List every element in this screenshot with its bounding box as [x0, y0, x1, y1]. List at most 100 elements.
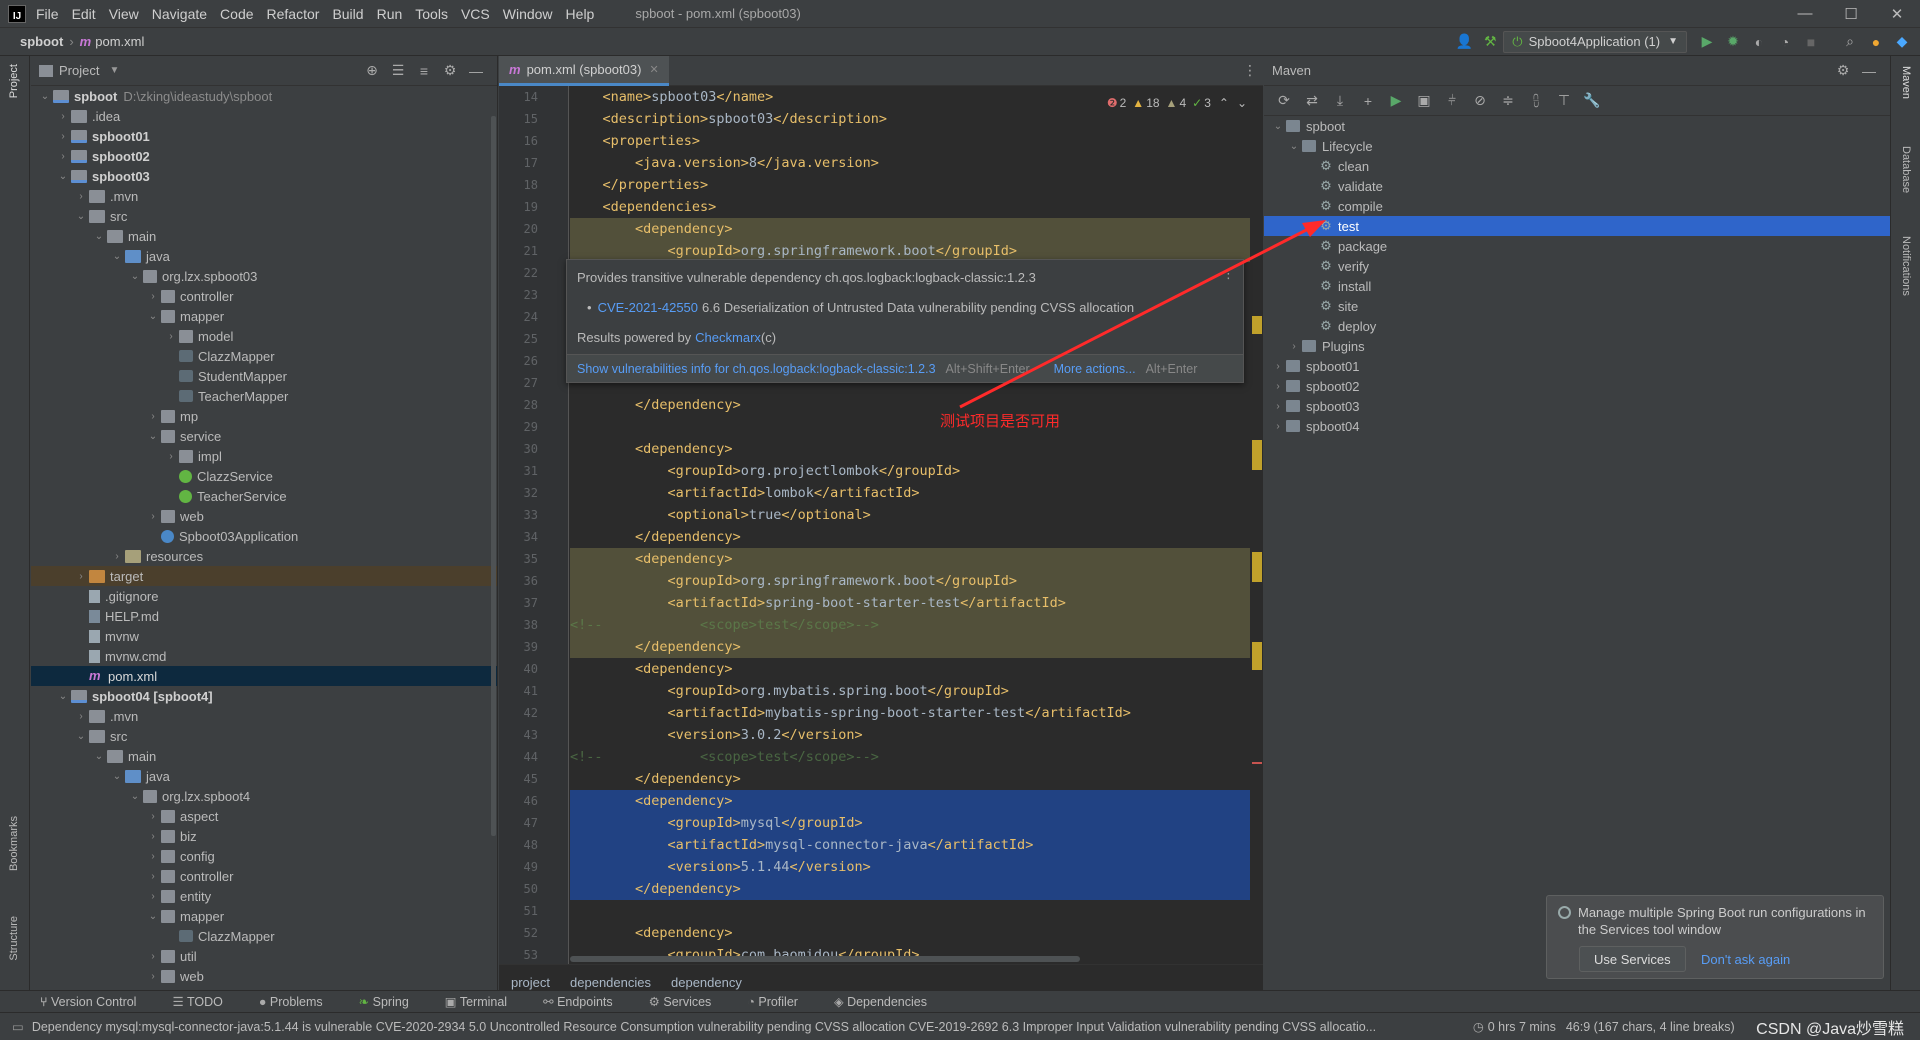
chevron-right-icon[interactable]: ›	[73, 191, 89, 202]
project-tree-node[interactable]: HELP.md	[31, 606, 497, 626]
chevron-right-icon[interactable]: ›	[109, 551, 125, 562]
code-line[interactable]: <artifactId>lombok</artifactId>	[570, 482, 1250, 504]
maven-lifecycle-goal[interactable]: ⚙ validate	[1264, 176, 1890, 196]
database-stripe-button[interactable]: Database	[1900, 146, 1912, 193]
code-line[interactable]: <version>3.0.2</version>	[570, 724, 1250, 746]
menu-tools[interactable]: Tools	[415, 6, 448, 22]
run-icon[interactable]: ▶	[1386, 91, 1406, 111]
project-tree-node[interactable]: › spboot01	[31, 126, 497, 146]
close-window-button[interactable]: ✕	[1874, 0, 1920, 28]
chevron-right-icon[interactable]: ›	[55, 151, 71, 162]
code-line[interactable]: <groupId>org.springframework.boot</group…	[570, 570, 1250, 592]
project-tree-node[interactable]: › target	[31, 566, 497, 586]
chevron-down-icon[interactable]: ⌄	[73, 211, 89, 222]
project-tree-node[interactable]: ⌄ mapper	[31, 306, 497, 326]
code-line[interactable]: <properties>	[570, 130, 1250, 152]
code-line[interactable]: <artifactId>mybatis-spring-boot-starter-…	[570, 702, 1250, 724]
show-dependencies-icon[interactable]: ⩉	[1526, 91, 1546, 111]
profile-icon[interactable]: ◔	[1775, 32, 1795, 52]
chevron-down-icon[interactable]: ⌄	[91, 231, 107, 242]
tool-version-control[interactable]: ⑂ Version Control	[40, 995, 154, 1009]
reload-all-icon[interactable]: ⇄	[1302, 91, 1322, 111]
code-line[interactable]: <java.version>8</java.version>	[570, 152, 1250, 174]
show-vulnerabilities-link[interactable]: Show vulnerabilities info for ch.qos.log…	[577, 362, 936, 376]
menu-code[interactable]: Code	[220, 6, 253, 22]
plugin-icon[interactable]: ◆	[1892, 32, 1912, 52]
maven-lifecycle-goal[interactable]: ⚙ package	[1264, 236, 1890, 256]
error-mark[interactable]	[1252, 762, 1262, 764]
inspection-widget[interactable]: ❷ 2 ▲ 18 ▲ 4 ✓ 3 ⌃ ⌄	[1106, 96, 1247, 110]
project-tree-node[interactable]: ⌄ org.lzx.spboot03	[31, 266, 497, 286]
add-icon[interactable]: +	[1358, 91, 1378, 111]
project-tree-node[interactable]: TeacherService	[31, 486, 497, 506]
code-line[interactable]: <dependency>	[570, 658, 1250, 680]
project-tree-node[interactable]: › impl	[31, 446, 497, 466]
chevron-down-icon[interactable]: ⌄	[145, 311, 161, 322]
chevron-down-icon[interactable]: ⌄	[55, 171, 71, 182]
chevron-down-icon[interactable]: ⌄	[145, 911, 161, 922]
minimize-button[interactable]: —	[1782, 0, 1828, 28]
code-line[interactable]: </dependency>	[570, 526, 1250, 548]
hide-icon[interactable]: —	[466, 61, 486, 81]
nav-file[interactable]: pom.xml	[95, 34, 144, 49]
maven-lifecycle-goal[interactable]: ⚙ clean	[1264, 156, 1890, 176]
tool-todo[interactable]: ☰ TODO	[172, 994, 240, 1009]
code-line[interactable]: <!-- <scope>test</scope>-->	[570, 614, 1250, 636]
more-tabs-icon[interactable]: ⋮	[1240, 61, 1260, 81]
project-tree-node[interactable]: ⌄ service	[31, 426, 497, 446]
maven-lifecycle-goal[interactable]: ⚙ verify	[1264, 256, 1890, 276]
code-line[interactable]: <groupId>org.projectlombok</groupId>	[570, 460, 1250, 482]
project-tree-node[interactable]: › web	[31, 506, 497, 526]
maven-lifecycle-goal[interactable]: ⚙ test	[1264, 216, 1890, 236]
run-configuration-select[interactable]: ⏻ Spboot4Application (1) ▼	[1503, 30, 1687, 53]
menu-help[interactable]: Help	[566, 6, 595, 22]
menu-run[interactable]: Run	[377, 6, 403, 22]
stop-icon[interactable]: ■	[1801, 32, 1821, 52]
project-tree-node[interactable]: › model	[31, 326, 497, 346]
code-line[interactable]: <artifactId>mysql-connector-java</artifa…	[570, 834, 1250, 856]
previous-highlight-icon[interactable]: ⌃	[1219, 96, 1229, 110]
maven-lifecycle-goal[interactable]: ⚙ site	[1264, 296, 1890, 316]
menu-view[interactable]: View	[109, 6, 139, 22]
menu-refactor[interactable]: Refactor	[267, 6, 320, 22]
project-tree-node[interactable]: › .idea	[31, 106, 497, 126]
collapse-all-icon[interactable]: ≡	[414, 61, 434, 81]
run-icon[interactable]: ▶	[1697, 32, 1717, 52]
tab-pom-xml[interactable]: m pom.xml (spboot03) ✕	[499, 55, 669, 86]
project-tree-node[interactable]: › controller	[31, 866, 497, 886]
project-tree-node[interactable]: ⌄ main	[31, 746, 497, 766]
close-tab-icon[interactable]: ✕	[649, 63, 658, 76]
toggle-offline-icon[interactable]: ⫩	[1442, 91, 1462, 111]
caret-position[interactable]: 46:9 (167 chars, 4 line breaks)	[1566, 1020, 1735, 1034]
status-window-icon[interactable]: ▭	[12, 1019, 24, 1034]
maven-lifecycle-goal[interactable]: ⚙ install	[1264, 276, 1890, 296]
chevron-right-icon[interactable]: ›	[73, 711, 89, 722]
project-tree-node[interactable]: › entity	[31, 886, 497, 906]
project-tree-node[interactable]: ⌄ src	[31, 206, 497, 226]
code-line[interactable]: <dependency>	[570, 438, 1250, 460]
project-tree-node[interactable]: m pom.xml	[31, 666, 497, 686]
dont-ask-again-link[interactable]: Don't ask again	[1701, 952, 1790, 967]
tool-profiler[interactable]: ◔ Profiler	[747, 995, 816, 1009]
menu-navigate[interactable]: Navigate	[152, 6, 207, 22]
project-tree-node[interactable]: StudentMapper	[31, 366, 497, 386]
chevron-right-icon[interactable]: ›	[145, 851, 161, 862]
next-highlight-icon[interactable]: ⌄	[1237, 96, 1247, 110]
chevron-right-icon[interactable]: ›	[145, 811, 161, 822]
menu-edit[interactable]: Edit	[72, 6, 96, 22]
menu-file[interactable]: File	[36, 6, 59, 22]
chevron-right-icon[interactable]: ›	[55, 131, 71, 142]
maven-tree-node[interactable]: › spboot02	[1264, 376, 1890, 396]
code-line[interactable]: <dependency>	[570, 790, 1250, 812]
coverage-icon[interactable]: ◐	[1749, 32, 1769, 52]
maven-stripe-button[interactable]: Maven	[1900, 66, 1912, 99]
maven-tree-node[interactable]: › spboot01	[1264, 356, 1890, 376]
chevron-right-icon[interactable]: ›	[163, 451, 179, 462]
code-line[interactable]: <!-- <scope>test</scope>-->	[570, 746, 1250, 768]
maximize-button[interactable]: ☐	[1828, 0, 1874, 28]
notifications-stripe-button[interactable]: Notifications	[1900, 236, 1912, 296]
tool-spring[interactable]: ❧ Spring	[359, 994, 427, 1009]
project-tree-node[interactable]: › config	[31, 846, 497, 866]
maven-tree-node[interactable]: › Plugins	[1264, 336, 1890, 356]
chevron-down-icon[interactable]: ⌄	[127, 791, 143, 802]
